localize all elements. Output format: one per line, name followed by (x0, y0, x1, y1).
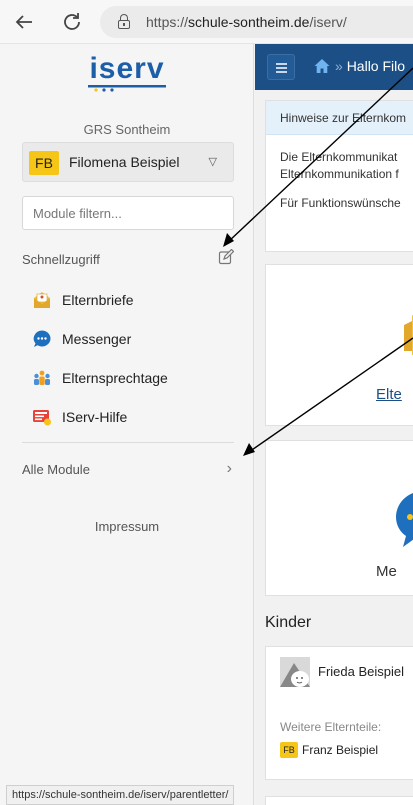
main-content: » Hallo Filo Hinweise zur Elternkom Die … (255, 44, 413, 805)
school-name: GRS Sontheim (83, 122, 171, 137)
parent-entry[interactable]: FB Franz Beispiel (280, 741, 378, 759)
module-filter-input[interactable] (22, 196, 234, 230)
child-name[interactable]: Frieda Beispiel (318, 664, 404, 679)
back-arrow-icon[interactable] (12, 10, 36, 34)
parent-name: Franz Beispiel (302, 742, 379, 757)
info-panel-body: Die Elternkommunikat Elternkommunikation… (280, 150, 401, 210)
sidebar-item-messenger[interactable]: Messenger (32, 327, 232, 351)
sidebar-item-elternsprechtage[interactable]: Elternsprechtage (32, 366, 232, 390)
messenger-icon (33, 330, 51, 347)
sidebar-item-label: IServ-Hilfe (62, 409, 128, 425)
help-icon (33, 410, 51, 426)
all-modules-label: Alle Module (22, 462, 90, 477)
user-menu-dropdown[interactable]: FB Filomena Beispiel ▽ (22, 142, 234, 182)
parent-avatar: FB (280, 741, 298, 758)
more-parents-label: Weitere Elternteile: (280, 720, 382, 734)
child-card: Frieda Beispiel Weitere Elternteile: FB F… (265, 646, 413, 780)
chevron-right-icon: › (226, 460, 232, 477)
parentletter-icon (34, 292, 50, 308)
breadcrumb: » Hallo Filo (335, 58, 406, 74)
caret-down-icon: ▽ (208, 156, 217, 168)
sidebar: iserv GRS Sontheim FB Filomena Beispiel … (0, 44, 254, 805)
hamburger-menu-icon[interactable] (267, 54, 295, 80)
info-panel-header: Hinweise zur Elternkom (266, 101, 413, 135)
sidebar-item-label: Messenger (62, 331, 132, 347)
lock-icon (118, 14, 130, 29)
parentletter-icon (404, 315, 413, 355)
child-avatar-icon (280, 657, 310, 687)
quick-access-title: Schnellzugriff (22, 252, 100, 267)
user-avatar: FB (29, 151, 59, 175)
url-text[interactable]: https://schule-sontheim.de/iserv/ (146, 14, 347, 30)
sidebar-item-label: Elternbriefe (62, 292, 134, 308)
status-bar-url: https://schule-sontheim.de/iserv/parentl… (6, 785, 235, 805)
reload-icon[interactable] (60, 10, 84, 34)
top-navbar: » Hallo Filo (255, 44, 413, 90)
impressum-link[interactable]: Impressum (0, 519, 254, 534)
tile-elternbriefe[interactable]: Elte (265, 264, 413, 426)
iserv-logo[interactable]: iserv (82, 56, 172, 92)
edit-icon[interactable] (218, 249, 234, 265)
tile-messenger[interactable]: Me (265, 440, 413, 596)
sidebar-item-label: Elternsprechtage (62, 370, 168, 386)
next-card (265, 796, 413, 805)
parent-meeting-icon (34, 370, 50, 385)
sidebar-divider (22, 442, 234, 443)
home-icon[interactable] (313, 57, 331, 75)
info-panel: Hinweise zur Elternkom Die Elternkommuni… (265, 100, 413, 252)
sidebar-item-elternbriefe[interactable]: Elternbriefe (32, 288, 232, 312)
kinder-section-title: Kinder (265, 614, 312, 631)
browser-toolbar: https://schule-sontheim.de/iserv/ (0, 0, 413, 44)
messenger-icon (396, 493, 413, 547)
svg-text:iserv: iserv (89, 56, 164, 85)
address-bar[interactable]: https://schule-sontheim.de/iserv/ (100, 6, 413, 38)
user-name: Filomena Beispiel (69, 154, 180, 170)
all-modules-link[interactable]: Alle Module › (22, 460, 234, 482)
tile-messenger-label: Me (376, 563, 397, 580)
tile-elternbriefe-label[interactable]: Elte (376, 386, 402, 403)
sidebar-item-iserv-hilfe[interactable]: IServ-Hilfe (32, 405, 232, 429)
